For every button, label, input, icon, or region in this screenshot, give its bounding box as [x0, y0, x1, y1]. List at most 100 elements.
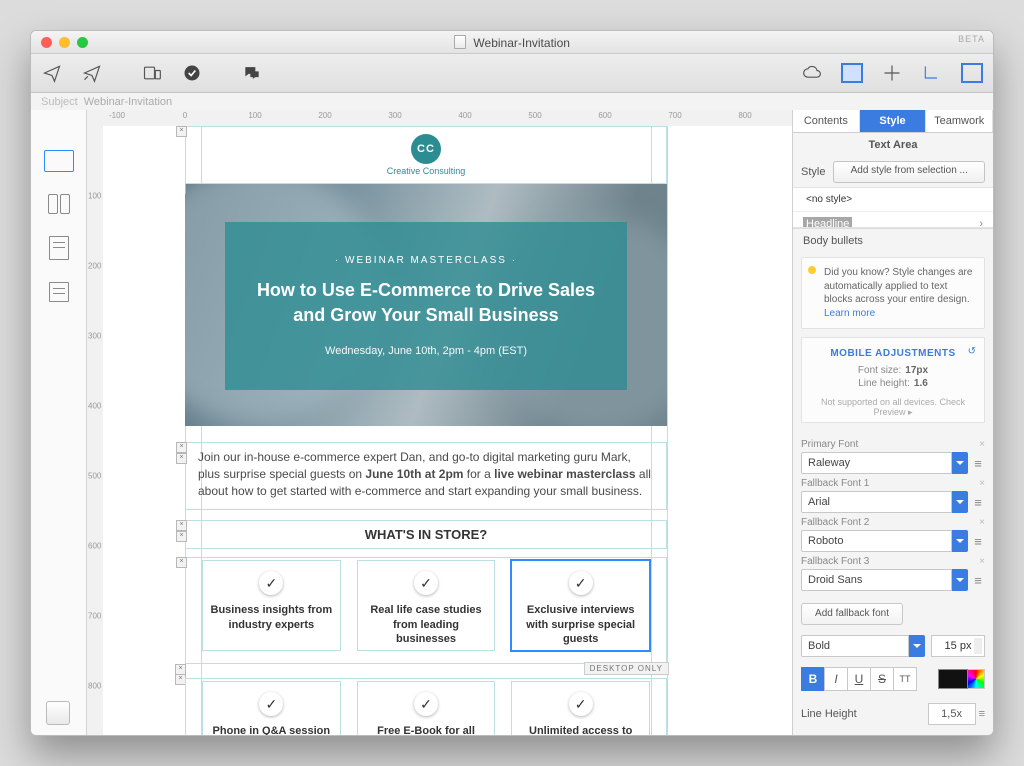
style-item-headline[interactable]: Headline› [793, 212, 993, 228]
menu-icon[interactable]: ≡ [971, 495, 985, 510]
fallback-font-2-select[interactable]: Roboto≡ [801, 530, 985, 552]
feature-card[interactable]: ✓ Phone in Q&A session with our experts [202, 681, 341, 735]
window-close-icon[interactable] [41, 37, 52, 48]
window-zoom-icon[interactable] [77, 37, 88, 48]
document-icon [454, 35, 466, 49]
tab-contents[interactable]: Contents [793, 110, 860, 132]
bold-button[interactable]: B [801, 667, 825, 691]
feature-card[interactable]: ✓ Unlimited access to webinar recording [511, 681, 650, 735]
check-icon: ✓ [569, 571, 593, 595]
cloud-sync-icon[interactable] [801, 62, 823, 84]
feature-text: Free E-Book for all participants, worth … [364, 724, 489, 735]
underline-button[interactable]: U [847, 667, 871, 691]
main-toolbar [31, 54, 993, 93]
features-row-2[interactable]: ✓ Phone in Q&A session with our experts … [185, 678, 667, 735]
line-height-stepper[interactable]: 1,5x [928, 703, 976, 725]
intro-block[interactable]: × × Join our in-house e-commerce expert … [185, 442, 667, 510]
corner-guide-icon[interactable] [921, 62, 943, 84]
dropdown-icon [952, 530, 968, 552]
hero-headline-l2: and Grow Your Small Business [257, 303, 595, 327]
check-icon: ✓ [259, 571, 283, 595]
style-label: Style [801, 166, 825, 178]
font-weight-select[interactable]: Bold [801, 635, 925, 657]
devices-icon[interactable] [141, 62, 163, 84]
fallback-font-1-select[interactable]: Arial≡ [801, 491, 985, 513]
ruler-horizontal: -100 0 100 200 300 400 500 600 700 800 [87, 110, 792, 127]
mobile-font-size: 17px [905, 365, 928, 376]
send-test-icon[interactable] [41, 62, 63, 84]
block-handle-icon[interactable]: × [176, 531, 187, 542]
font-size-stepper[interactable]: 15 px [931, 635, 985, 657]
feature-card-selected[interactable]: ✓ Exclusive interviews with surprise spe… [511, 560, 650, 651]
block-handle-icon[interactable]: × [176, 126, 187, 137]
remove-font-icon[interactable]: × [979, 478, 985, 489]
mobile-adjustments-title: MOBILE ADJUSTMENTS [812, 348, 974, 359]
text-format-toolbar: B I U S TT [793, 661, 993, 697]
device-mobile-icon[interactable] [48, 194, 70, 214]
guide-right [667, 126, 668, 735]
editor-canvas[interactable]: -100 0 100 200 300 400 500 600 700 800 1… [87, 110, 792, 735]
beta-badge: BETA [958, 34, 985, 44]
pane-header: Text Area [793, 133, 993, 157]
block-handle-icon[interactable]: × [176, 557, 187, 568]
intro-text[interactable]: Join our in-house e-commerce expert Dan,… [186, 443, 666, 509]
smallcaps-button[interactable]: TT [893, 667, 917, 691]
chat-icon[interactable] [241, 62, 263, 84]
italic-button[interactable]: I [824, 667, 848, 691]
send-icon[interactable] [81, 62, 103, 84]
add-style-button[interactable]: Add style from selection ... [833, 161, 985, 183]
learn-more-link[interactable]: Learn more [824, 308, 875, 319]
fallback-font-3-select[interactable]: Droid Sans≡ [801, 569, 985, 591]
lightbulb-icon [808, 266, 816, 274]
device-rail [31, 110, 87, 735]
undo-icon[interactable]: ↺ [968, 346, 976, 357]
dropdown-icon [952, 452, 968, 474]
feature-card[interactable]: ✓ Real life case studies from leading bu… [357, 560, 496, 651]
menu-icon[interactable]: ≡ [979, 708, 985, 720]
mobile-line-height: 1.6 [914, 378, 928, 389]
dropdown-icon [909, 635, 925, 657]
block-handle-icon[interactable]: × [176, 453, 187, 464]
mobile-adjustments: ↺ MOBILE ADJUSTMENTS Font size:17px Line… [801, 337, 985, 423]
strikethrough-button[interactable]: S [870, 667, 894, 691]
remove-font-icon[interactable]: × [979, 556, 985, 567]
device-text-icon[interactable] [49, 236, 69, 260]
feature-card[interactable]: ✓ Business insights from industry expert… [202, 560, 341, 651]
window-titlebar: Webinar-Invitation BETA [31, 31, 993, 54]
desktop-only-badge: DESKTOP ONLY [584, 662, 669, 675]
section-heading-block[interactable]: × × WHAT'S IN STORE? [185, 520, 667, 549]
menu-icon[interactable]: ≡ [971, 456, 985, 471]
color-picker-icon[interactable] [968, 669, 985, 689]
chevron-right-icon: › [979, 218, 983, 229]
add-fallback-font-button[interactable]: Add fallback font [801, 603, 903, 625]
zoom-tool-icon[interactable] [46, 701, 70, 725]
current-style-name: Body bullets [793, 228, 993, 249]
brand-name: Creative Consulting [387, 166, 466, 176]
text-color-swatch[interactable] [938, 669, 968, 689]
style-item-none[interactable]: <no style> [793, 188, 993, 212]
block-handle-icon[interactable]: × [176, 442, 187, 453]
hero-headline-l1: How to Use E-Commerce to Drive Sales [257, 278, 595, 302]
device-desktop-icon[interactable] [44, 150, 74, 172]
snap-center-icon[interactable] [881, 62, 903, 84]
brand-block[interactable]: × CC Creative Consulting [185, 126, 667, 184]
tab-style[interactable]: Style [860, 110, 927, 132]
remove-font-icon[interactable]: × [979, 439, 985, 450]
hero-block[interactable]: × · WEBINAR MASTERCLASS · How to Use E-C… [185, 184, 667, 426]
tab-teamwork[interactable]: Teamwork [926, 110, 993, 132]
device-plain-icon[interactable] [49, 282, 69, 302]
remove-font-icon[interactable]: × [979, 517, 985, 528]
dropdown-icon [952, 569, 968, 591]
menu-icon[interactable]: ≡ [971, 573, 985, 588]
layout-panel-left-icon[interactable] [841, 63, 863, 83]
window-minimize-icon[interactable] [59, 37, 70, 48]
menu-icon[interactable]: ≡ [971, 534, 985, 549]
feature-card[interactable]: ✓ Free E-Book for all participants, wort… [357, 681, 496, 735]
layout-panel-right-icon[interactable] [961, 63, 983, 83]
primary-font-select[interactable]: Raleway≡ [801, 452, 985, 474]
block-handle-icon[interactable]: × [176, 520, 187, 531]
inspector-tabs: Contents Style Teamwork [793, 110, 993, 133]
check-circle-icon[interactable] [181, 62, 203, 84]
check-icon: ✓ [414, 692, 438, 716]
features-row-1[interactable]: × ✓ Business insights from industry expe… [185, 557, 667, 664]
